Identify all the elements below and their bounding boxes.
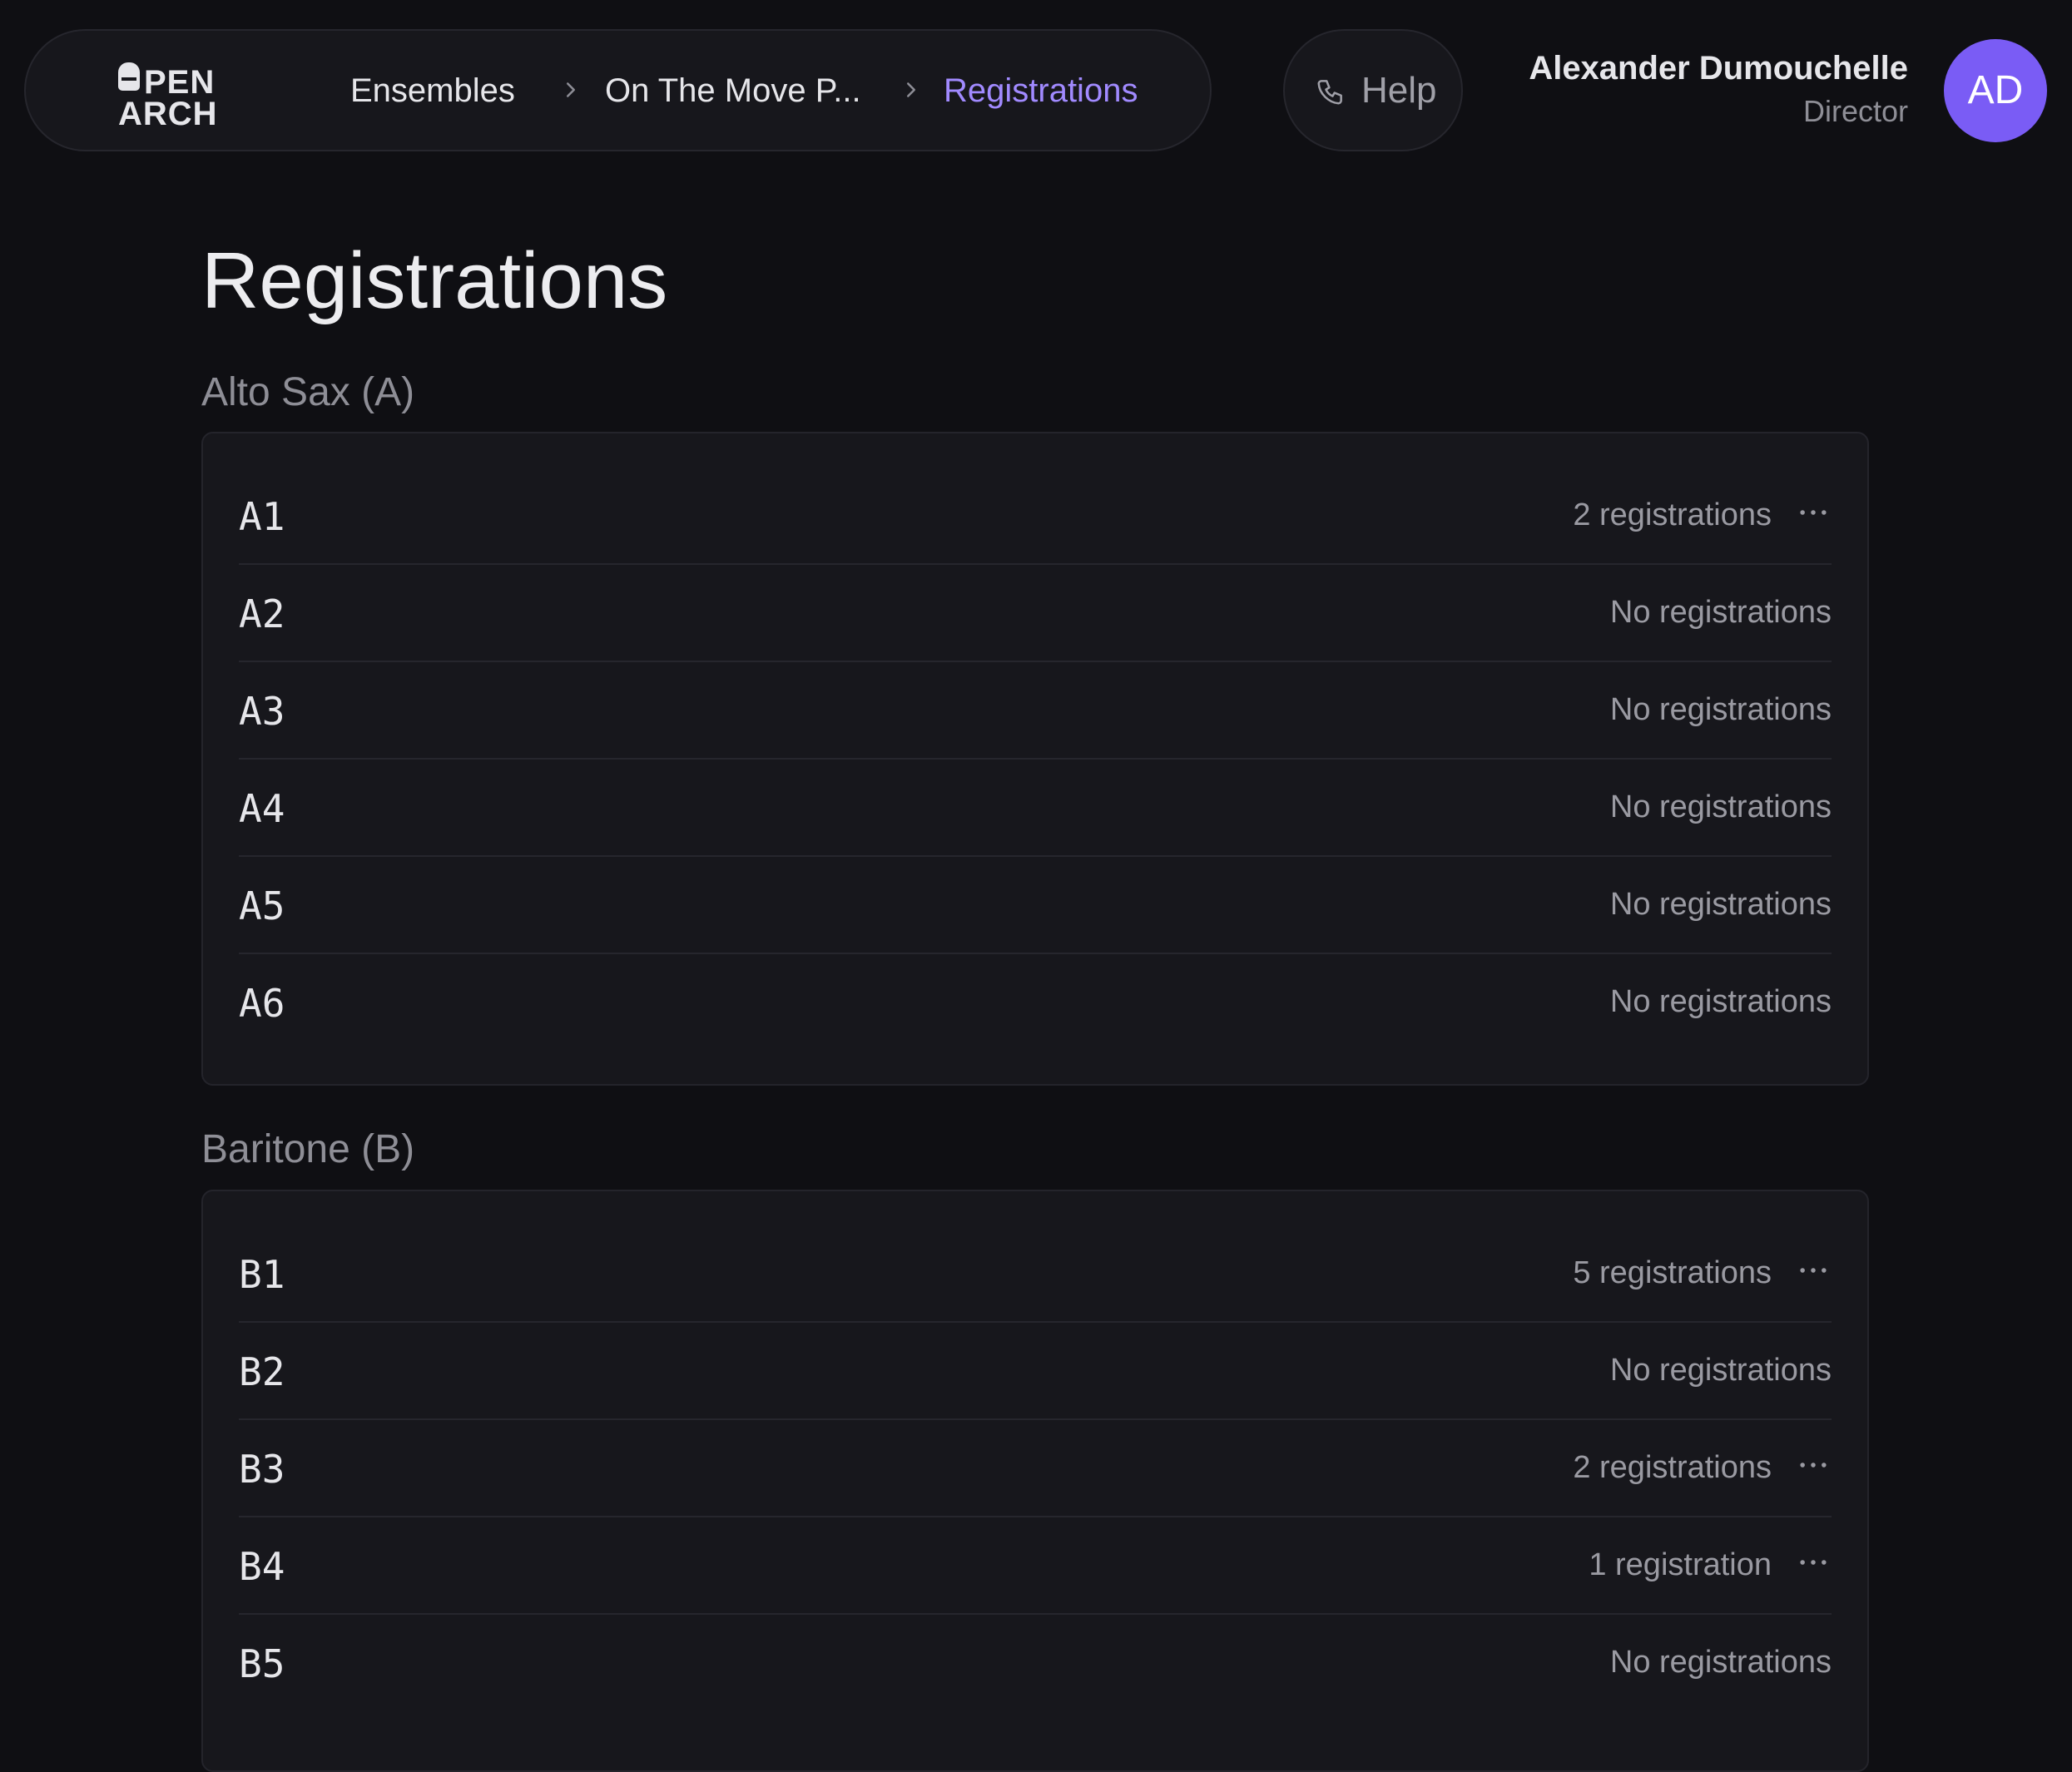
phone-icon [1317,80,1342,105]
avatar[interactable]: AD [1944,39,2047,142]
breadcrumb-ensemble[interactable]: On The Move P... [605,74,861,107]
top-nav: PEN ARCH Ensembles On The Move P... Regi… [24,29,1212,151]
user-name: Alexander Dumouchelle [1529,50,1908,87]
row-label: A4 [239,786,285,831]
row-label: A6 [239,981,285,1026]
chevron-right-icon [907,82,915,97]
registration-count: No registrations [1609,595,1832,630]
registration-count: No registrations [1609,789,1832,824]
list-item[interactable]: B1 5 registrations [239,1224,1832,1323]
page-title: Registrations [201,236,668,325]
list-item[interactable]: A3 No registrations [239,661,1832,760]
registration-count: 5 registrations [1573,1255,1772,1290]
registration-count: 2 registrations [1573,497,1772,532]
registration-count: No registrations [1609,1645,1832,1680]
registration-count: No registrations [1609,887,1832,922]
section-heading-baritone: Baritone (B) [201,1127,415,1171]
chevron-right-icon [567,82,575,97]
helmet-icon [118,62,140,91]
row-label: A5 [239,884,285,928]
openmarch-logo[interactable]: PEN ARCH [92,56,259,131]
row-label: A1 [239,494,285,539]
registration-count: 2 registrations [1573,1450,1772,1485]
help-label: Help [1361,70,1437,111]
list-item[interactable]: B5 No registrations [239,1613,1832,1710]
breadcrumb-registrations[interactable]: Registrations [944,74,1138,107]
section-card-baritone: B1 5 registrations B2 No registrations B… [201,1190,1869,1772]
list-item[interactable]: B3 2 registrations [239,1418,1832,1517]
section-card-alto-sax: A1 2 registrations A2 No registrations A… [201,432,1869,1086]
breadcrumb-ensembles[interactable]: Ensembles [350,74,515,107]
list-item[interactable]: A2 No registrations [239,563,1832,662]
more-horizontal-icon[interactable] [1795,1252,1832,1289]
section-heading-alto-sax: Alto Sax (A) [201,370,415,414]
more-horizontal-icon[interactable] [1795,1447,1832,1483]
more-horizontal-icon[interactable] [1795,1544,1832,1581]
list-item[interactable]: A6 No registrations [239,953,1832,1050]
registration-count: No registrations [1609,692,1832,727]
more-horizontal-icon[interactable] [1795,494,1832,531]
user-role: Director [1802,94,1908,128]
list-item[interactable]: A4 No registrations [239,758,1832,857]
row-label: B2 [239,1349,285,1394]
row-label: B3 [239,1447,285,1492]
list-item[interactable]: B4 1 registration [239,1516,1832,1615]
registration-count: No registrations [1609,1353,1832,1388]
row-label: A2 [239,591,285,636]
registration-count: 1 registration [1589,1547,1772,1582]
logo-line-2: ARCH [118,96,218,132]
registration-count: No registrations [1609,984,1832,1019]
row-label: A3 [239,689,285,734]
list-item[interactable]: A1 2 registrations [239,466,1832,565]
row-label: B4 [239,1544,285,1589]
help-button[interactable]: Help [1283,29,1463,151]
logo-line-1: PEN [144,64,216,101]
list-item[interactable]: A5 No registrations [239,855,1832,954]
list-item[interactable]: B2 No registrations [239,1321,1832,1420]
row-label: B1 [239,1252,285,1297]
row-label: B5 [239,1641,285,1686]
